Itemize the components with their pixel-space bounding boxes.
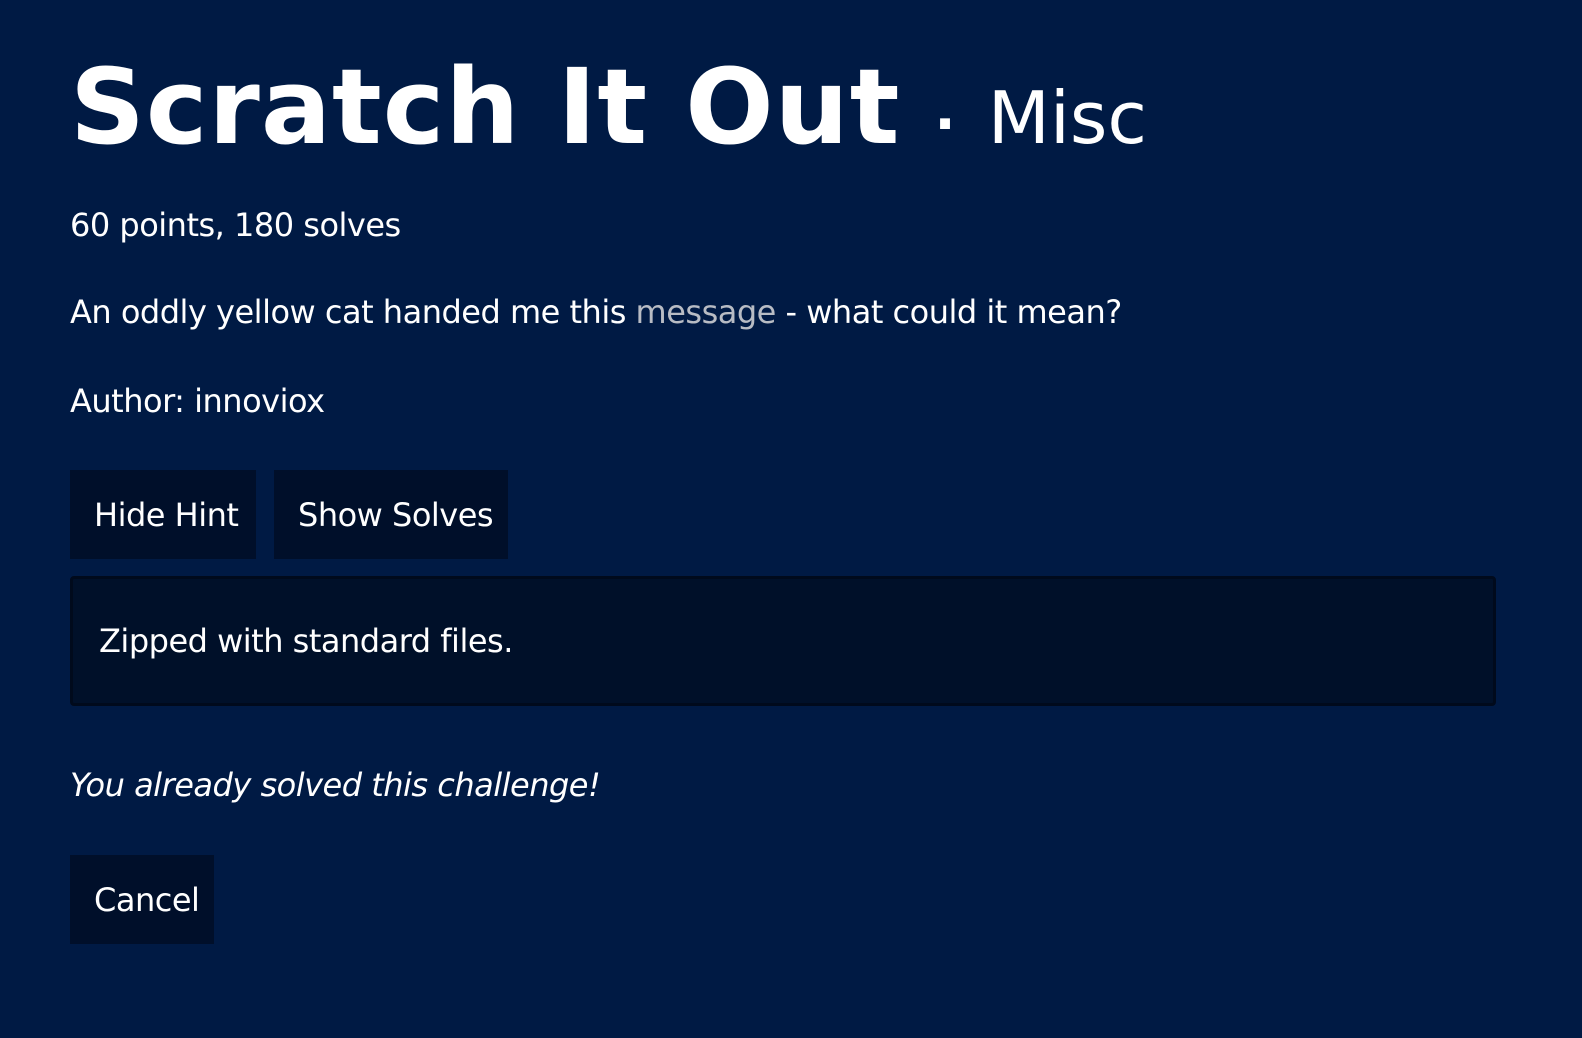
title-separator: · [934, 92, 956, 157]
description-text-before: An oddly yellow cat handed me this [70, 293, 636, 331]
description-text-after: - what could it mean? [775, 293, 1123, 331]
challenge-author: Author: innoviox [70, 382, 325, 420]
challenge-category: Misc [987, 76, 1147, 160]
challenge-title: Scratch It Out [70, 46, 901, 168]
hint-text: Zipped with standard files. [99, 622, 513, 660]
hide-hint-button[interactable]: Hide Hint [70, 470, 256, 559]
message-link[interactable]: message [636, 293, 777, 331]
solved-message: You already solved this challenge! [70, 766, 601, 804]
show-solves-button[interactable]: Show Solves [274, 470, 508, 559]
challenge-description: An oddly yellow cat handed me this messa… [70, 292, 1122, 332]
cancel-button[interactable]: Cancel [70, 855, 214, 944]
hint-box: Zipped with standard files. [70, 576, 1496, 706]
title-row: Scratch It Out · Misc [70, 52, 1147, 162]
points-solves: 60 points, 180 solves [70, 206, 401, 244]
